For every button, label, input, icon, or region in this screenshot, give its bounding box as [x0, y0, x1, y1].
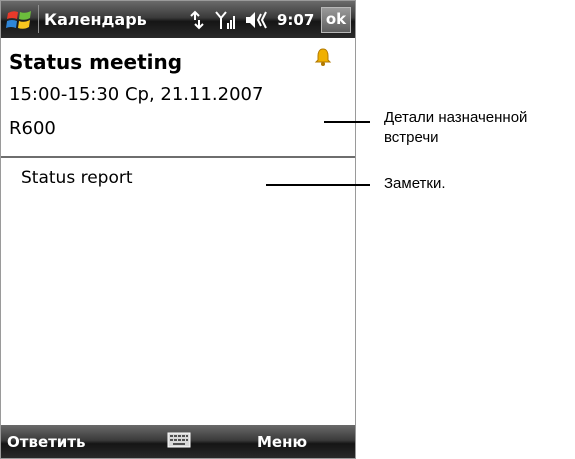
- appointment-details[interactable]: Status meeting 15:00-15:30 Ср, 21.11.200…: [1, 38, 355, 156]
- device-screen: Календарь 9:07 ok Status meeting 15:00-1…: [0, 0, 356, 459]
- appointment-subject: Status meeting: [9, 50, 183, 74]
- details-callout-line: [324, 121, 370, 123]
- clock[interactable]: 9:07: [277, 11, 314, 29]
- notes-callout-line: [266, 184, 370, 186]
- menu-softkey[interactable]: Меню: [257, 433, 307, 451]
- signal-icon[interactable]: [215, 10, 237, 30]
- app-title: Календарь: [44, 10, 147, 29]
- keyboard-icon[interactable]: [167, 431, 191, 449]
- volume-icon[interactable]: [244, 10, 272, 30]
- details-callout-line1: Детали назначенной: [384, 109, 528, 126]
- details-callout-line2: встречи: [384, 129, 439, 146]
- notes-callout-text: Заметки.: [384, 175, 446, 192]
- appointment-time: 15:00-15:30 Ср, 21.11.2007: [9, 84, 264, 105]
- title-bar: Календарь 9:07 ok: [1, 1, 355, 38]
- ok-button[interactable]: ok: [321, 7, 351, 33]
- reply-softkey[interactable]: Ответить: [7, 433, 86, 451]
- windows-start-icon[interactable]: [5, 5, 35, 35]
- details-callout-text: Детали назначенной встречи: [384, 108, 527, 148]
- title-separator: [38, 5, 39, 33]
- notes-area[interactable]: Status report: [1, 158, 355, 425]
- notes-text: Status report: [21, 168, 133, 188]
- bell-icon: [314, 48, 332, 66]
- connectivity-icon[interactable]: [187, 10, 207, 30]
- appointment-location: R600: [9, 118, 56, 139]
- menu-bar: Ответить Меню: [1, 425, 355, 458]
